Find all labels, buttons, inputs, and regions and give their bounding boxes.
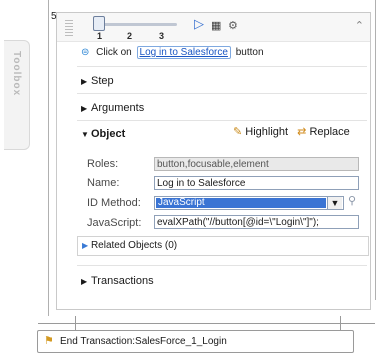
divider bbox=[77, 66, 367, 67]
section-arguments-label: Arguments bbox=[91, 102, 145, 114]
highlight-label: Highlight bbox=[245, 126, 289, 138]
section-arguments[interactable]: ▶ Arguments bbox=[81, 102, 144, 114]
id-method-select[interactable]: JavaScript ▼ bbox=[154, 196, 344, 210]
toolbox-tab[interactable]: Toolbox bbox=[4, 40, 30, 150]
expand-icon: ▶ bbox=[81, 104, 88, 113]
end-transaction-label: End Transaction:SalesForce_1_Login bbox=[60, 336, 227, 347]
related-objects-label: Related Objects (0) bbox=[90, 240, 178, 251]
id-method-label: ID Method: bbox=[87, 197, 141, 209]
name-label: Name: bbox=[87, 177, 120, 189]
toolbox-label: Toolbox bbox=[11, 51, 22, 97]
replace-button[interactable]: ⇄ Replace bbox=[297, 126, 350, 138]
flow-connector bbox=[38, 323, 375, 324]
related-objects-row[interactable]: ▶ Related Objects (0) bbox=[77, 236, 369, 256]
roles-field: button,focusable,element bbox=[154, 157, 359, 171]
highlight-button[interactable]: ✎ Highlight bbox=[233, 126, 288, 138]
section-step-label: Step bbox=[91, 75, 114, 87]
drag-grip-icon[interactable] bbox=[65, 18, 73, 36]
step-hint: ⊜ Click on Log in to Salesforce button bbox=[81, 46, 264, 59]
expand-icon: ▶ bbox=[81, 77, 88, 86]
section-object[interactable]: ▼ Object bbox=[81, 128, 125, 140]
flow-rail-right bbox=[375, 0, 376, 300]
end-transaction-icon: ⚑ bbox=[44, 335, 54, 347]
divider bbox=[77, 265, 367, 266]
collapse-icon[interactable]: ⌃ bbox=[355, 19, 364, 32]
magnifier-icon[interactable]: ⚲ bbox=[348, 194, 356, 207]
step-toolbar: 1 2 3 ▷ ▦ ⚙ ⌃ bbox=[57, 13, 370, 42]
roles-label: Roles: bbox=[87, 158, 119, 170]
step-number: 5 bbox=[51, 11, 57, 22]
expand-icon: ▶ bbox=[81, 277, 88, 286]
section-step[interactable]: ▶ Step bbox=[81, 75, 114, 87]
section-object-label: Object bbox=[91, 128, 126, 140]
step-card: 5 1 2 3 ▷ ▦ ⚙ ⌃ ⊜ Click on Log in to Sal… bbox=[51, 11, 371, 310]
name-field[interactable]: Log in to Salesforce bbox=[154, 176, 359, 190]
hint-object-link[interactable]: Log in to Salesforce bbox=[136, 46, 231, 59]
expand-icon: ▶ bbox=[82, 241, 89, 250]
chevron-down-icon[interactable]: ▼ bbox=[327, 197, 342, 209]
slider-tick-2: 2 bbox=[127, 31, 133, 41]
play-icon[interactable]: ▷ bbox=[194, 16, 204, 32]
settings-icon[interactable]: ⚙ bbox=[228, 19, 238, 32]
divider bbox=[77, 120, 367, 121]
info-icon: ⊜ bbox=[81, 47, 90, 58]
hint-prefix: Click on bbox=[96, 47, 132, 58]
replace-icon: ⇄ bbox=[297, 126, 307, 138]
slider-tick-3: 3 bbox=[159, 31, 165, 41]
javascript-field[interactable]: evalXPath("//button[@id=\"Login\"]"); bbox=[154, 215, 359, 229]
detail-level-slider[interactable] bbox=[93, 23, 177, 26]
section-transactions-label: Transactions bbox=[91, 275, 154, 287]
slider-tick-1: 1 bbox=[97, 31, 103, 41]
snapshot-icon[interactable]: ▦ bbox=[211, 19, 221, 32]
id-method-value: JavaScript bbox=[156, 198, 326, 208]
collapse-arrow-icon: ▼ bbox=[81, 130, 89, 139]
highlight-icon: ✎ bbox=[233, 126, 243, 138]
flow-connector-tick bbox=[75, 316, 76, 330]
slider-thumb[interactable] bbox=[93, 16, 105, 31]
section-transactions[interactable]: ▶ Transactions bbox=[81, 275, 154, 287]
end-transaction-step[interactable]: ⚑ End Transaction:SalesForce_1_Login bbox=[37, 330, 354, 353]
divider bbox=[77, 93, 367, 94]
flow-connector-tick bbox=[340, 316, 341, 330]
replace-label: Replace bbox=[309, 126, 350, 138]
flow-rail-left bbox=[48, 0, 49, 316]
hint-suffix: button bbox=[235, 47, 264, 58]
javascript-label: JavaScript: bbox=[87, 217, 142, 229]
